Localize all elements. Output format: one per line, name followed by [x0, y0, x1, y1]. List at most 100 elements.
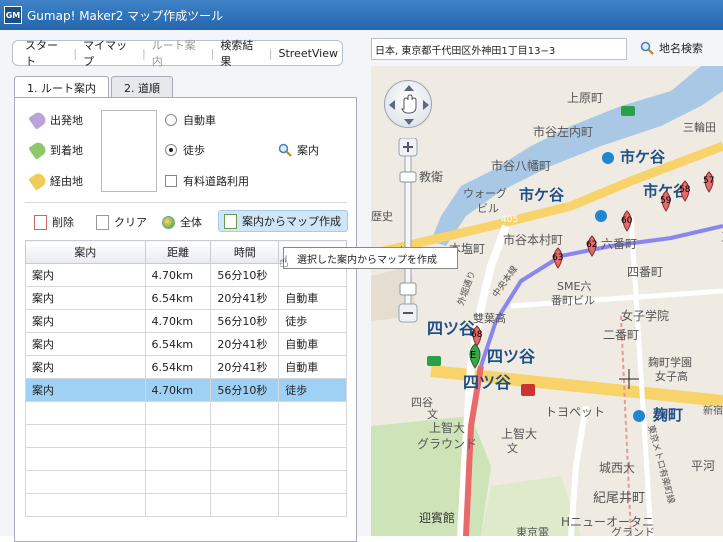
nav-search-results[interactable]: 検索結果 [216, 37, 266, 69]
map-label: 市谷本村町 [503, 232, 563, 247]
tab-route-guide[interactable]: 1. ルート案内 [14, 76, 109, 99]
map-label: SME六 [557, 280, 591, 293]
nav-separator: | [142, 46, 146, 60]
nav-route-guide[interactable]: ルート案内 [148, 37, 209, 69]
toll-option[interactable]: 有料道路利用 [165, 173, 249, 189]
tab-directions[interactable]: 2. 道順 [111, 76, 173, 98]
nav-separator: | [73, 46, 78, 60]
map-label: 四ツ谷 [487, 347, 536, 366]
table-row[interactable]: 案内 6.54km 20分41秒 自動車 [25, 286, 347, 310]
col-distance-header[interactable]: 距離 [144, 240, 212, 264]
tag-icon [28, 110, 48, 130]
col-guide-header[interactable]: 案内 [25, 240, 146, 264]
search-icon [640, 41, 654, 55]
divider [25, 202, 347, 203]
mode-car-option[interactable]: 自動車 [165, 112, 216, 128]
page-icon [96, 214, 109, 230]
map-label: 迎賓館 [419, 510, 455, 525]
nav-streetview[interactable]: StreetView [274, 47, 342, 60]
radio-walk[interactable] [165, 144, 177, 156]
cell-time: 56分10秒 [210, 263, 280, 287]
map-label: グランド [611, 525, 655, 536]
map-label: 雙葉高 [473, 311, 506, 325]
delete-button[interactable]: 削除 [29, 211, 79, 233]
svg-text:63: 63 [552, 253, 563, 263]
show-all-button[interactable]: 全体 [157, 211, 207, 233]
make-map-button[interactable]: 案内からマップ作成 [218, 210, 348, 232]
pan-down-icon [404, 119, 414, 125]
svg-text:60: 60 [621, 216, 633, 226]
svg-text:E: E [470, 350, 476, 361]
station-icon [521, 384, 535, 396]
nav-mymap[interactable]: マイマップ [79, 37, 140, 69]
road [628, 215, 654, 536]
table-row[interactable]: 案内 6.54km 20分41秒 自動車 [25, 355, 347, 379]
destination-label-row: 到着地 [28, 140, 83, 160]
map-label: 女子高 [655, 369, 688, 383]
pan-control[interactable] [384, 80, 432, 128]
table-row-empty [25, 401, 347, 425]
map-label: 平河 [691, 459, 715, 473]
guide-label: 案内 [297, 144, 319, 157]
cell-distance: 6.54km [144, 355, 212, 379]
table-row[interactable]: 案内 6.54km 20分41秒 自動車 [25, 332, 347, 356]
station-icon [595, 210, 607, 222]
cell-guide: 案内 [25, 263, 146, 287]
map-label: 市ケ谷 [620, 148, 666, 166]
svg-text:68: 68 [471, 330, 483, 340]
toll-checkbox[interactable] [165, 175, 177, 187]
waypoint-label: 経由地 [50, 175, 83, 188]
map-label: 紀尾井町 [593, 491, 645, 506]
radio-car[interactable] [165, 114, 177, 126]
cell-mode: 徒歩 [278, 309, 347, 333]
map-label: 東京電 [516, 525, 549, 536]
table-row-empty [25, 493, 347, 517]
map-label: 新宿 [703, 404, 723, 417]
nav-start[interactable]: スタート [21, 37, 71, 69]
delete-label: 削除 [52, 216, 74, 229]
col-time-header[interactable]: 時間 [210, 240, 280, 264]
address-field[interactable]: 日本, 東京都千代田区外神田1丁目13−3 [371, 38, 627, 60]
table-row-selected[interactable]: 案内 4.70km 56分10秒 徒歩 [25, 378, 347, 402]
hand-cursor-icon: ☝ [279, 252, 289, 271]
map-label: 歴史 [371, 210, 393, 223]
mode-car-label: 自動車 [183, 114, 216, 127]
map-label: 城西大 [599, 461, 635, 475]
tag-icon [28, 171, 48, 191]
marker-pin[interactable]: 63 [552, 247, 563, 269]
station-icon [633, 410, 645, 422]
map-label: 上原町 [567, 91, 603, 105]
location-list-box[interactable] [101, 110, 157, 192]
origin-label: 出発地 [50, 114, 83, 127]
svg-text:57: 57 [703, 176, 714, 186]
table-row[interactable]: 案内 4.70km 56分10秒 徒歩 [25, 309, 347, 333]
route-panel: 出発地 到着地 経由地 自動車 徒歩 有料道路利用 案内 削除 クリア 全体 案… [14, 97, 357, 542]
svg-text:62: 62 [586, 240, 597, 250]
clear-button[interactable]: クリア [91, 211, 152, 233]
place-search-button[interactable]: 地名検索 [640, 40, 703, 56]
map-label: ウォーグ [463, 186, 507, 200]
nav-separator: | [268, 46, 273, 60]
map-label: グラウンド [417, 437, 477, 451]
map-view[interactable]: 上原町 市谷左内町 市谷八幡町 市ケ谷 市ケ谷 市ケ谷 三輪田 ウォーグ ビル … [371, 66, 723, 536]
map-label: 麹町学園 [648, 355, 692, 369]
cell-mode: 自動車 [278, 332, 347, 356]
map-label: 四番町 [627, 265, 663, 279]
cell-time: 20分41秒 [210, 286, 280, 310]
map-label: 教衛 [419, 169, 443, 184]
map-label: 女子学院 [621, 308, 669, 323]
marker-pin[interactable]: 57 [703, 171, 714, 193]
map-canvas: 上原町 市谷左内町 市谷八幡町 市ケ谷 市ケ谷 市ケ谷 三輪田 ウォーグ ビル … [371, 66, 723, 536]
destination-label: 到着地 [50, 144, 83, 157]
cell-guide: 案内 [25, 309, 146, 333]
clear-label: クリア [114, 216, 147, 229]
cell-distance: 4.70km [144, 263, 212, 287]
tooltip: 選択した案内からマップを作成 [283, 247, 458, 269]
marker-pin[interactable]: 62 [586, 235, 597, 257]
cell-mode: 自動車 [278, 355, 347, 379]
guide-button[interactable]: 案内 [278, 142, 319, 158]
mode-walk-option[interactable]: 徒歩 [165, 142, 205, 158]
cell-distance: 4.70km [144, 309, 212, 333]
table-row-empty [25, 424, 347, 448]
cell-distance: 4.70km [144, 378, 212, 402]
